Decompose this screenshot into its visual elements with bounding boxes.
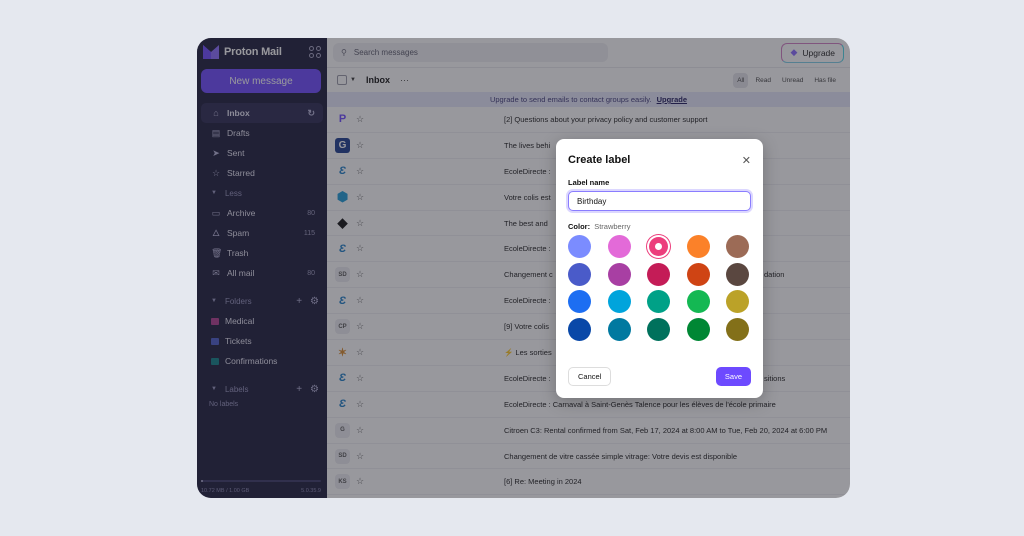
color-label-text: Color: <box>568 222 591 231</box>
create-label-dialog: Create label ✕ Label name Color: Strawbe… <box>556 139 763 398</box>
color-swatch[interactable] <box>568 235 591 258</box>
color-swatch[interactable] <box>726 317 749 341</box>
label-name-label: Label name <box>568 178 610 187</box>
label-name-input[interactable] <box>568 191 751 211</box>
color-label: Color: Strawberry <box>568 222 751 231</box>
color-swatch[interactable] <box>726 262 749 286</box>
color-swatch[interactable] <box>647 290 670 313</box>
cancel-button[interactable]: Cancel <box>568 367 612 386</box>
color-swatches <box>568 235 751 341</box>
color-swatch[interactable] <box>607 262 631 286</box>
color-swatch[interactable] <box>686 235 710 258</box>
color-swatch[interactable] <box>568 262 591 286</box>
color-swatch[interactable] <box>607 290 631 313</box>
color-swatch[interactable] <box>607 235 631 258</box>
save-button[interactable]: Save <box>715 367 751 386</box>
color-swatch[interactable] <box>686 290 710 313</box>
color-swatch[interactable] <box>686 317 710 341</box>
color-swatch[interactable] <box>686 262 710 286</box>
close-icon[interactable]: ✕ <box>742 154 751 167</box>
color-swatch[interactable] <box>726 290 749 313</box>
color-swatch[interactable] <box>726 235 749 258</box>
color-swatch[interactable] <box>647 317 670 341</box>
color-swatch[interactable] <box>607 317 631 341</box>
color-swatch[interactable] <box>647 262 670 286</box>
color-swatch[interactable] <box>568 317 591 341</box>
color-swatch[interactable] <box>647 235 670 258</box>
selected-color-name: Strawberry <box>594 222 631 231</box>
color-swatch[interactable] <box>568 290 591 313</box>
dialog-title: Create label <box>568 154 631 166</box>
